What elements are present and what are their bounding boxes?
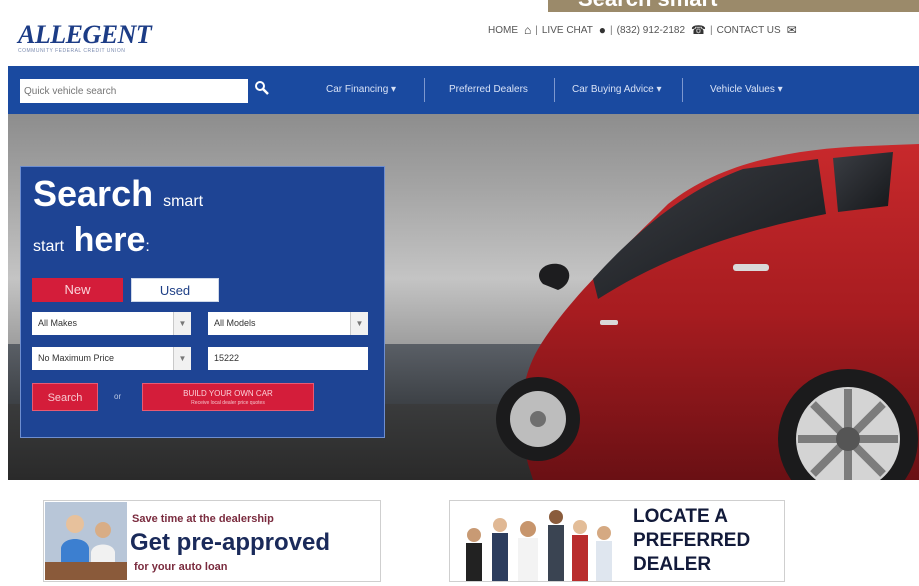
mail-icon[interactable]: ✉ xyxy=(787,23,797,37)
locate-dealer-banner[interactable]: LOCATE A PREFERRED DEALER xyxy=(449,500,785,582)
logo-wordmark: ALLEGENT xyxy=(18,20,152,49)
chevron-down-icon[interactable]: ▼ xyxy=(173,312,191,335)
headline-smart: smart xyxy=(163,193,204,210)
divider xyxy=(424,78,425,102)
home-icon[interactable]: ⌂ xyxy=(524,23,531,37)
or-label: or xyxy=(114,392,122,401)
vehicle-search-panel: Search smart start here: New Used All Ma… xyxy=(20,166,385,438)
preapproved-headline: Get pre-approved xyxy=(130,529,331,556)
divider: | xyxy=(710,24,713,36)
search-button[interactable]: Search xyxy=(32,383,98,411)
site-header: ALLEGENT COMMUNITY FEDERAL CREDIT UNION … xyxy=(0,0,919,66)
panel-headline-line2: start here: xyxy=(33,221,150,260)
main-nav: Car Financing ▾ Preferred Dealers Car Bu… xyxy=(8,66,919,114)
panel-headline: Search smart xyxy=(33,173,203,215)
dealer-staff-photo xyxy=(452,503,628,581)
max-price-select[interactable]: No Maximum Price ▼ xyxy=(32,347,191,370)
contact-us-link[interactable]: CONTACT US xyxy=(717,25,781,36)
cropped-banner-text: Search smart xyxy=(578,0,717,12)
couple-photo xyxy=(45,502,127,580)
quick-vehicle-search-input[interactable] xyxy=(20,79,248,103)
dealer-line3: DEALER xyxy=(633,554,712,575)
divider xyxy=(554,78,555,102)
tab-used[interactable]: Used xyxy=(131,278,219,302)
red-car-image xyxy=(496,144,919,480)
makes-select[interactable]: All Makes ▼ xyxy=(32,312,191,335)
headline-here: here xyxy=(73,221,146,259)
cropped-banner-strip: Search smart xyxy=(548,0,919,12)
divider: | xyxy=(610,24,613,36)
divider: | xyxy=(535,24,538,36)
locate-dealer-headline: LOCATE A PREFERRED DEALER xyxy=(633,505,750,577)
live-chat-link[interactable]: LIVE CHAT xyxy=(542,25,593,36)
nav-preferred-dealers[interactable]: Preferred Dealers xyxy=(449,84,528,95)
allegent-logo[interactable]: ALLEGENT COMMUNITY FEDERAL CREDIT UNION xyxy=(18,20,152,54)
chevron-down-icon[interactable]: ▼ xyxy=(350,312,368,335)
chat-icon[interactable]: ● xyxy=(599,23,606,37)
zip-code-input[interactable]: 15222 xyxy=(208,347,368,370)
dealer-line1: LOCATE A xyxy=(633,506,728,527)
search-icon[interactable] xyxy=(254,80,270,96)
headline-search: Search xyxy=(33,173,154,214)
divider xyxy=(682,78,683,102)
max-price-value: No Maximum Price xyxy=(38,353,115,363)
nav-car-buying-advice[interactable]: Car Buying Advice ▾ xyxy=(572,84,662,95)
nav-vehicle-values[interactable]: Vehicle Values ▾ xyxy=(710,84,783,95)
home-link[interactable]: HOME xyxy=(488,25,518,36)
tab-new[interactable]: New xyxy=(32,278,123,302)
models-select-value: All Models xyxy=(214,318,256,328)
get-preapproved-banner[interactable]: Save time at the dealership Get pre-appr… xyxy=(43,500,381,582)
preapproved-tagline: Save time at the dealership xyxy=(132,513,274,525)
build-button-label: BUILD YOUR OWN CAR xyxy=(183,389,273,398)
phone-icon: ☎ xyxy=(691,23,706,37)
models-select[interactable]: All Models ▼ xyxy=(208,312,368,335)
build-button-sublabel: Receive local dealer price quotes xyxy=(191,400,265,406)
utility-nav: HOME ⌂ | LIVE CHAT ● | (832) 912-2182 ☎ … xyxy=(488,23,797,37)
dealer-line2: PREFERRED xyxy=(633,530,751,551)
headline-start: start xyxy=(33,238,65,255)
build-your-own-car-button[interactable]: BUILD YOUR OWN CAR Receive local dealer … xyxy=(142,383,314,411)
preapproved-subline: for your auto loan xyxy=(134,561,228,573)
chevron-down-icon[interactable]: ▼ xyxy=(173,347,191,370)
phone-number[interactable]: (832) 912-2182 xyxy=(617,25,685,36)
makes-select-value: All Makes xyxy=(38,318,78,328)
headline-colon: : xyxy=(145,238,150,255)
nav-car-financing[interactable]: Car Financing ▾ xyxy=(326,84,396,95)
